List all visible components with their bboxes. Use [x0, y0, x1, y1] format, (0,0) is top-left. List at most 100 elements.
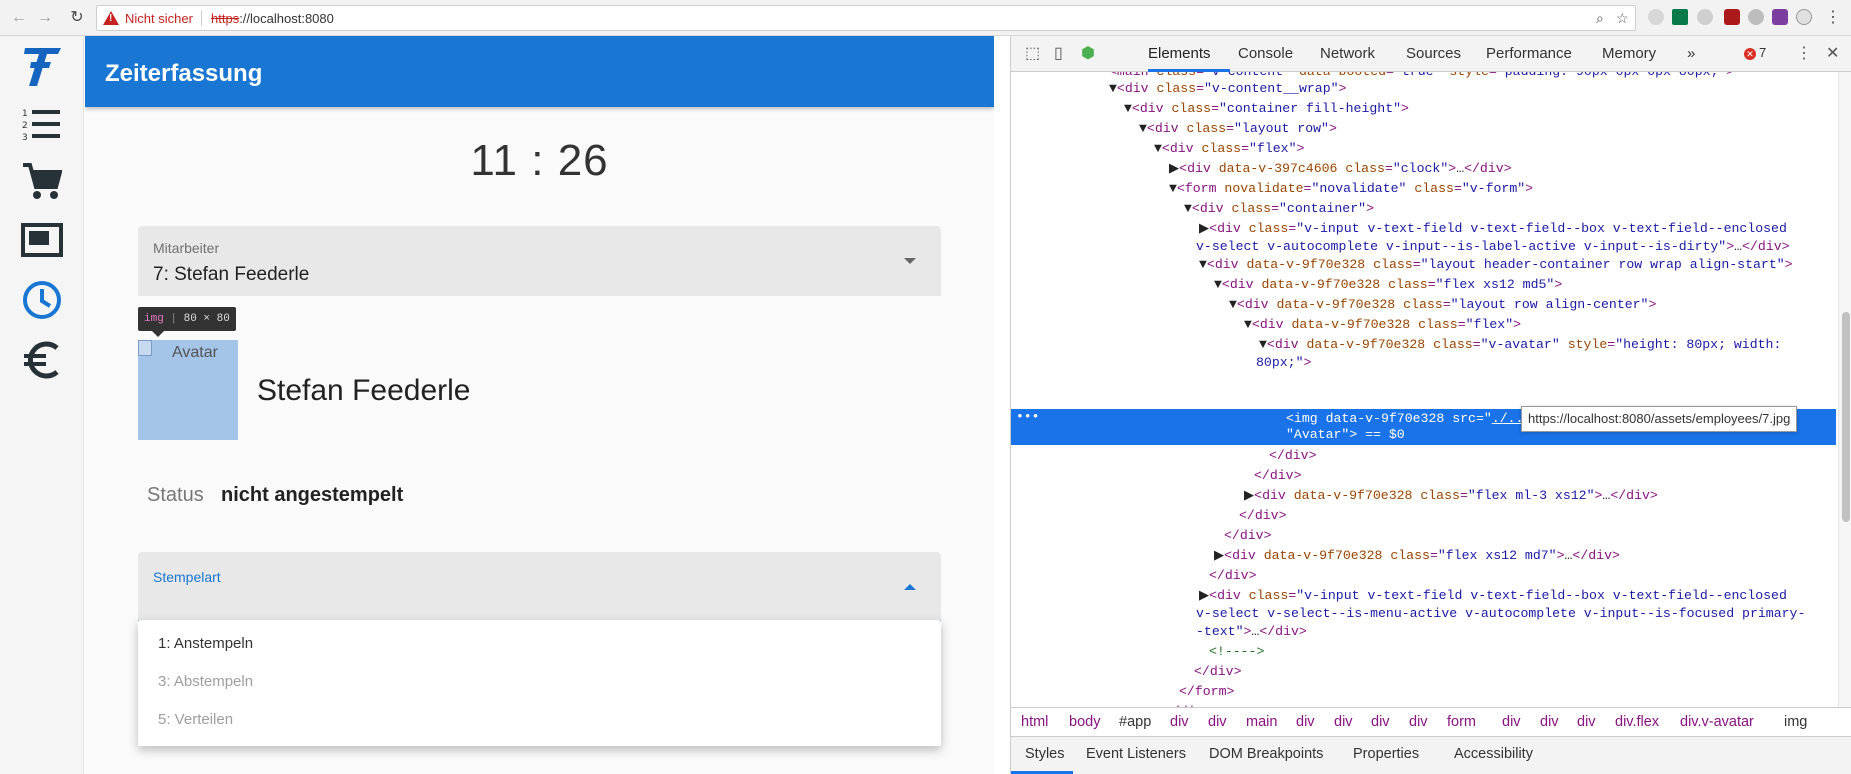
employee-select[interactable]: Mitarbeiter 7: Stefan Feederle — [138, 226, 941, 296]
breadcrumb-item[interactable]: #app — [1119, 714, 1151, 730]
breadcrumb-item-current[interactable]: img — [1784, 714, 1807, 730]
dom-node[interactable]: ▶<div data-v-9f70e328 class="flex xs12 m… — [1214, 546, 1620, 566]
breadcrumb: html body #app div div main div div div … — [1011, 707, 1851, 737]
dom-node[interactable]: ▼<div data-v-9f70e328 class="flex xs12 m… — [1214, 275, 1562, 295]
insecure-label[interactable]: Nicht sicher — [125, 11, 193, 26]
dom-node[interactable]: </div> — [1269, 446, 1316, 466]
profile-icon[interactable] — [1796, 9, 1812, 25]
breadcrumb-item[interactable]: html — [1021, 714, 1048, 730]
url-text[interactable]: https://localhost:8080 — [211, 11, 334, 26]
chat-extension-icon[interactable] — [1697, 9, 1713, 25]
forward-icon[interactable]: → — [34, 7, 56, 29]
breadcrumb-item[interactable]: div — [1540, 714, 1559, 730]
breadcrumb-item[interactable]: div — [1502, 714, 1521, 730]
chevron-down-icon[interactable] — [904, 258, 916, 264]
dom-node[interactable]: ▶<div data-v-397c4606 class="clock">…</d… — [1169, 159, 1512, 179]
extension-icon[interactable] — [1772, 9, 1788, 25]
error-count-badge[interactable]: ✕ 7 — [1744, 45, 1766, 60]
tab-memory[interactable]: Memory — [1602, 45, 1656, 62]
device-toggle-icon[interactable]: ▯ — [1054, 43, 1063, 63]
breadcrumb-item[interactable]: div — [1334, 714, 1353, 730]
dom-node[interactable]: </div> — [1224, 526, 1271, 546]
logo-icon[interactable] — [20, 44, 64, 88]
app-title: Zeiterfassung — [105, 60, 263, 87]
dom-node[interactable]: ▶<div data-v-9f70e328 class="flex ml-3 x… — [1244, 486, 1658, 506]
error-count: 7 — [1759, 45, 1767, 60]
tab-event-listeners[interactable]: Event Listeners — [1086, 746, 1186, 762]
zoom-icon[interactable]: ⌕ — [1596, 10, 1604, 27]
dom-node[interactable]: ▼<div data-v-9f70e328 class="flex"> — [1244, 315, 1521, 335]
inspect-icon[interactable]: ⬚ — [1025, 43, 1040, 63]
dom-node[interactable]: ▼<div class="v-content__wrap"> — [1109, 79, 1346, 99]
breadcrumb-item[interactable]: div — [1170, 714, 1189, 730]
dom-node[interactable]: </form> — [1179, 682, 1234, 702]
dom-node[interactable]: ▶<div class="v-input v-text-field v-text… — [1199, 219, 1787, 239]
dom-node[interactable]: <!----> — [1209, 642, 1264, 662]
breadcrumb-item[interactable]: div — [1577, 714, 1596, 730]
app-main: Zeiterfassung 11 : 26 Mitarbeiter 7: Ste… — [85, 36, 994, 774]
dom-node[interactable]: ▼<div class="flex"> — [1154, 139, 1304, 159]
employee-select-value[interactable]: 7: Stefan Feederle — [153, 264, 309, 286]
devtools-menu-icon[interactable]: ⋮ — [1796, 43, 1812, 63]
vuetify-extension-icon[interactable] — [1672, 9, 1688, 25]
tab-properties[interactable]: Properties — [1353, 746, 1419, 762]
tab-styles[interactable]: Styles — [1025, 746, 1065, 762]
reload-icon[interactable]: ↻ — [66, 7, 88, 29]
euro-icon[interactable] — [20, 338, 64, 382]
address-bar[interactable]: ! Nicht sicher https://localhost:8080 ⌕ … — [96, 5, 1636, 31]
breadcrumb-item[interactable]: div.v-avatar — [1680, 714, 1754, 730]
dom-node[interactable]: ▼<form novalidate="novalidate" class="v-… — [1169, 179, 1533, 199]
monitor-icon[interactable] — [20, 218, 64, 262]
stamp-type-select[interactable]: Stempelart — [138, 552, 941, 622]
tab-network[interactable]: Network — [1320, 45, 1375, 62]
breadcrumb-item[interactable]: main — [1246, 714, 1277, 730]
breadcrumb-item[interactable]: form — [1447, 714, 1476, 730]
dom-node[interactable]: ▼<div data-v-9f70e328 class="v-avatar" s… — [1259, 335, 1781, 355]
node-actions-icon[interactable]: ••• — [1016, 409, 1039, 424]
chevron-up-icon[interactable] — [904, 584, 916, 590]
menu-item-anstempeln[interactable]: 1: Anstempeln — [158, 635, 253, 652]
back-icon[interactable]: ← — [8, 7, 30, 29]
breadcrumb-item[interactable]: div — [1371, 714, 1390, 730]
dom-node[interactable]: ▼<div class="container"> — [1184, 199, 1374, 219]
dom-node[interactable]: </div> — [1194, 662, 1241, 682]
dom-node[interactable]: ▼<div class="container fill-height"> — [1124, 99, 1409, 119]
tab-elements[interactable]: Elements — [1148, 45, 1211, 62]
svg-text:1: 1 — [22, 109, 28, 119]
extension-icon[interactable] — [1748, 9, 1764, 25]
list-icon[interactable]: 1 2 3 — [20, 102, 64, 146]
extension-icon[interactable] — [1648, 9, 1664, 25]
menu-item-abstempeln: 3: Abstempeln — [158, 673, 254, 690]
stamp-type-label: Stempelart — [153, 569, 221, 585]
cart-icon[interactable] — [20, 160, 64, 204]
dom-node[interactable]: </div> — [1254, 466, 1301, 486]
star-icon[interactable]: ☆ — [1616, 10, 1629, 27]
dom-node[interactable]: </div> — [1239, 506, 1286, 526]
clock-icon[interactable] — [20, 278, 64, 322]
dom-node[interactable]: ▼<div data-v-9f70e328 class="layout head… — [1199, 255, 1793, 275]
tab-console[interactable]: Console — [1238, 45, 1293, 62]
dom-node[interactable]: </div> — [1209, 566, 1256, 586]
breadcrumb-item[interactable]: div — [1296, 714, 1315, 730]
tab-dom-breakpoints[interactable]: DOM Breakpoints — [1209, 746, 1323, 762]
breadcrumb-item[interactable]: div — [1208, 714, 1227, 730]
dom-node[interactable]: ▼<div data-v-9f70e328 class="layout row … — [1229, 295, 1656, 315]
menu-dots-icon[interactable]: ⋮ — [1822, 7, 1844, 29]
breadcrumb-item[interactable]: body — [1069, 714, 1100, 730]
tab-sources[interactable]: Sources — [1406, 45, 1461, 62]
breadcrumb-item[interactable]: div.flex — [1615, 714, 1659, 730]
vue-devtools-icon[interactable]: ⬢ — [1081, 43, 1095, 63]
tab-accessibility[interactable]: Accessibility — [1454, 746, 1533, 762]
element-size-tooltip: img | 80 × 80 — [138, 307, 236, 337]
close-icon[interactable]: ✕ — [1826, 43, 1839, 63]
dom-scrollbar[interactable] — [1838, 72, 1851, 707]
breadcrumb-item[interactable]: div — [1409, 714, 1428, 730]
tab-performance[interactable]: Performance — [1486, 45, 1572, 62]
more-tabs-icon[interactable]: » — [1687, 45, 1695, 62]
ublock-icon[interactable] — [1724, 9, 1740, 25]
divider — [201, 10, 202, 26]
scrollbar-thumb[interactable] — [1842, 312, 1850, 522]
dom-node[interactable]: ▼<div class="layout row"> — [1139, 119, 1337, 139]
dom-node[interactable]: ▶<div class="v-input v-text-field v-text… — [1199, 586, 1787, 606]
tooltip-tag: img — [144, 313, 164, 325]
